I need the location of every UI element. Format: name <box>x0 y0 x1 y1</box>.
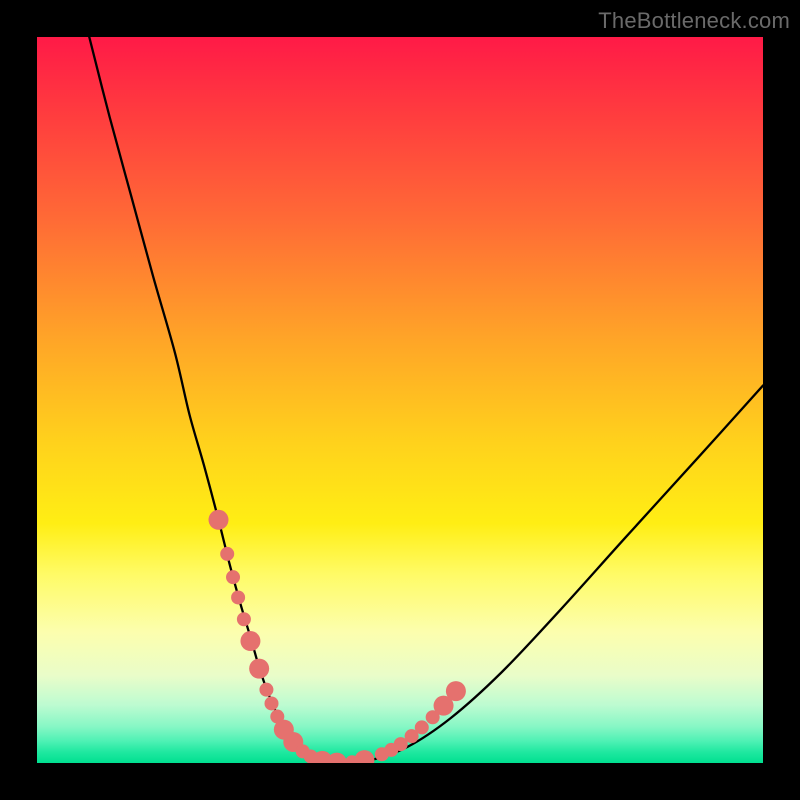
marker-dot <box>265 696 279 710</box>
marker-dot <box>226 570 240 584</box>
marker-dot <box>354 750 374 763</box>
marker-dot <box>415 720 429 734</box>
chart-frame: TheBottleneck.com <box>0 0 800 800</box>
marker-dot <box>220 547 234 561</box>
marker-dot <box>231 590 245 604</box>
marker-dot <box>209 510 229 530</box>
plot-area <box>37 37 763 763</box>
chart-svg <box>37 37 763 763</box>
marker-dot <box>259 683 273 697</box>
marker-dot <box>327 753 347 763</box>
marker-group <box>209 510 466 763</box>
watermark-text: TheBottleneck.com <box>598 8 790 34</box>
marker-dot <box>249 659 269 679</box>
marker-dot <box>446 681 466 701</box>
marker-dot <box>237 612 251 626</box>
curve-line <box>89 37 763 763</box>
marker-dot <box>240 631 260 651</box>
